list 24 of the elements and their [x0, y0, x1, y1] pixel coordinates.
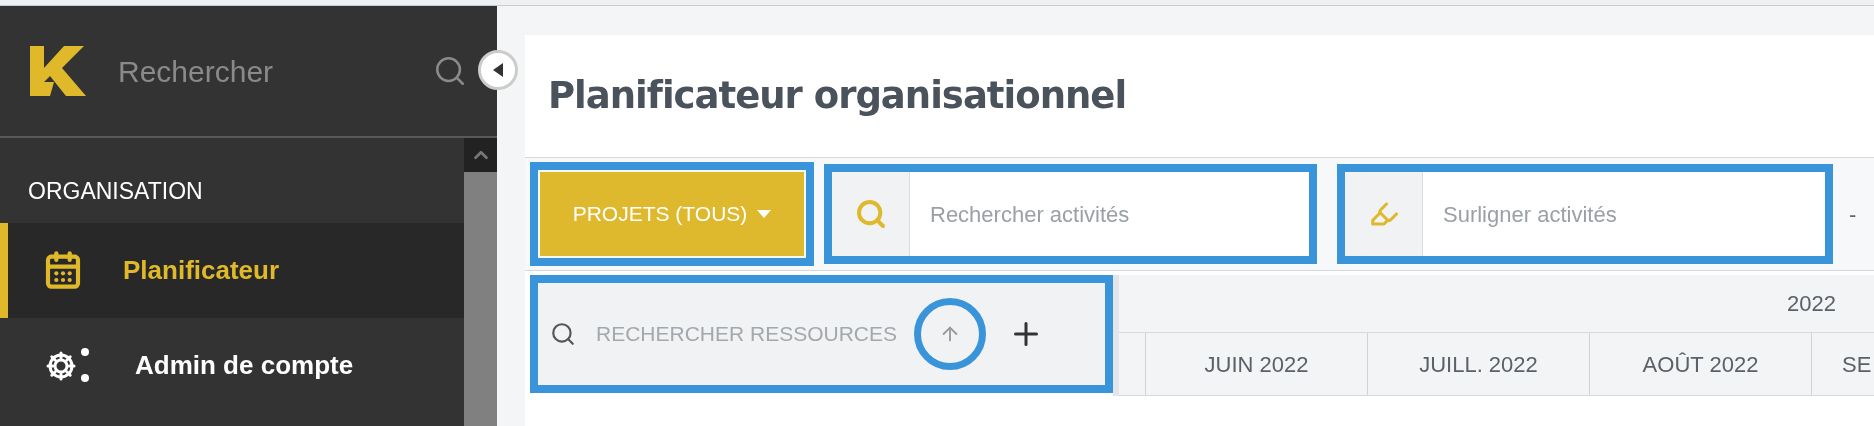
search-icon	[550, 321, 576, 347]
nav-item[interactable]: Admin de compte	[0, 317, 464, 413]
sidebar-search-field[interactable]: Rechercher	[118, 48, 433, 94]
resource-search-field[interactable]: RECHERCHER RESSOURCES	[596, 318, 896, 350]
month-header: SE	[1811, 333, 1873, 395]
search-icon	[854, 198, 887, 230]
month-header: JUIN 2022	[1145, 333, 1367, 395]
year-label: 2022	[1787, 290, 1836, 318]
highlight-search-field[interactable]: Surligner activités	[1423, 172, 1825, 256]
caret-icon	[757, 210, 772, 218]
calendar-icon	[43, 250, 83, 290]
page-title: Planificateur organisationnel	[548, 73, 1127, 120]
section-heading: ORGANISATION	[27, 177, 204, 206]
month-header: AOÛT 2022	[1589, 333, 1811, 395]
month-header: JUILL. 2022	[1367, 333, 1589, 395]
search-icon[interactable]	[433, 54, 467, 88]
logo-icon	[30, 46, 86, 96]
collapse-button[interactable]	[478, 50, 518, 90]
highlighter-icon	[1368, 199, 1399, 229]
caret-left-icon	[493, 63, 503, 77]
activity-search-field[interactable]: Rechercher activités	[910, 172, 1309, 256]
scrollbar[interactable]	[464, 138, 497, 426]
nav-item[interactable]: Planificateur	[0, 222, 464, 318]
separator-text: -	[1849, 200, 1857, 229]
